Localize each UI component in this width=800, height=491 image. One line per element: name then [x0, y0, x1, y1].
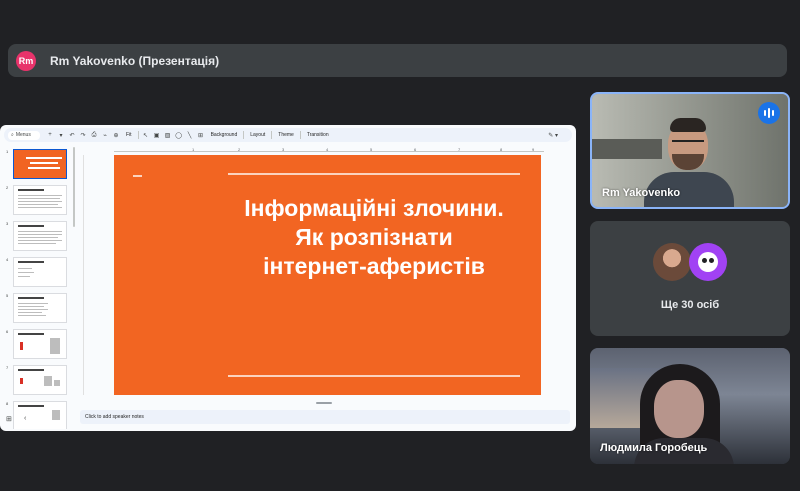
grid-view-icon[interactable]: ⊞	[6, 415, 12, 423]
transition-button[interactable]: Transition	[307, 132, 329, 138]
thumbnail-number: 2	[6, 185, 9, 190]
thumbnail-row[interactable]: 1	[4, 149, 72, 179]
paint-format-icon[interactable]: ⌁	[101, 131, 109, 139]
thumbnail-number: 5	[6, 293, 9, 298]
thumbnail-number: 7	[6, 365, 9, 370]
speaking-indicator-icon	[758, 102, 780, 124]
slide-thumbnail[interactable]	[13, 329, 67, 359]
zoom-select[interactable]: Fit	[126, 132, 132, 138]
collapse-panel-icon[interactable]: ‹	[24, 415, 26, 422]
others-tile[interactable]: Ще 30 осіб	[590, 221, 790, 336]
thumbnail-number: 3	[6, 221, 9, 226]
slide-thumbnail[interactable]	[13, 401, 67, 429]
camera-feed-detail	[592, 139, 662, 159]
presenter-bar: Rm Rm Yakovenko (Презентація)	[8, 44, 787, 77]
ruler-number: 5	[370, 147, 373, 152]
filmstrip-scrollbar[interactable]	[73, 147, 75, 227]
slide-title[interactable]: Інформаційні злочини. Як розпізнати інте…	[214, 194, 534, 281]
thumbnail-row[interactable]: 7	[4, 365, 72, 395]
slide-thumbnail[interactable]	[13, 293, 67, 323]
image-icon[interactable]: ▨	[164, 131, 172, 139]
search-icon: ⌕	[11, 132, 14, 138]
thumbnail-row[interactable]: 4	[4, 257, 72, 287]
ruler-number: 1	[192, 147, 195, 152]
toolbar-divider	[137, 131, 139, 139]
slide-thumbnail[interactable]	[13, 257, 67, 287]
shape-icon[interactable]: ◯	[175, 131, 183, 139]
theme-button[interactable]: Theme	[278, 132, 294, 138]
print-icon[interactable]: ⎙	[90, 131, 98, 139]
add-slide-icon[interactable]: +	[46, 131, 54, 139]
slide-thumbnail[interactable]	[13, 365, 67, 395]
participant-tile[interactable]: Людмила Горобець	[590, 348, 790, 464]
camera-feed-detail	[654, 380, 704, 438]
slide-title-line: Інформаційні злочини.	[244, 195, 504, 221]
slide-thumbnail[interactable]	[13, 185, 67, 215]
speaker-notes[interactable]: Click to add speaker notes	[80, 410, 570, 424]
undo-icon[interactable]: ↶	[68, 131, 76, 139]
textbox-icon[interactable]: ▣	[153, 131, 161, 139]
participant-name: Людмила Горобець	[600, 442, 708, 454]
thumbnail-number: 4	[6, 257, 9, 262]
slide-thumbnail[interactable]	[13, 149, 67, 179]
camera-feed-detail	[670, 118, 706, 132]
slide-decoration	[133, 175, 142, 177]
slide-thumbnail[interactable]	[13, 221, 67, 251]
vertical-ruler	[80, 155, 84, 395]
menu-search[interactable]: ⌕ Menus	[8, 130, 40, 140]
participant-avatar	[689, 243, 727, 281]
slide-title-line: інтернет-аферистів	[263, 253, 485, 279]
participant-name: Rm Yakovenko	[602, 187, 681, 199]
thumbnail-row[interactable]: 3	[4, 221, 72, 251]
ruler-number: 7	[458, 147, 461, 152]
others-count-label: Ще 30 осіб	[660, 299, 720, 311]
notes-drag-handle[interactable]	[316, 402, 332, 404]
line-icon[interactable]: ╲	[186, 131, 194, 139]
slide-filmstrip[interactable]: 1 2 3 4 5 6 7 8	[4, 145, 76, 429]
ruler-number: 8	[500, 147, 503, 152]
thumbnail-row[interactable]: 8	[4, 401, 72, 429]
menu-search-label: Menus	[15, 132, 31, 138]
redo-icon[interactable]: ↷	[79, 131, 87, 139]
ruler-number: 6	[414, 147, 417, 152]
slide-canvas[interactable]: 1 2 3 4 5 6 7 8 9 Інформаційні злочини. …	[80, 145, 572, 411]
thumbnail-row[interactable]: 6	[4, 329, 72, 359]
select-cursor-icon[interactable]: ↖	[142, 131, 150, 139]
presentation-title: Rm Yakovenko (Презентація)	[50, 53, 220, 68]
pen-tool-icon[interactable]: ✎ ▾	[548, 132, 558, 139]
toolbar-divider	[271, 131, 273, 139]
layout-button[interactable]: Layout	[250, 132, 265, 138]
background-button[interactable]: Background	[211, 132, 238, 138]
current-slide[interactable]: Інформаційні злочини. Як розпізнати інте…	[114, 155, 541, 395]
thumbnail-number: 1	[6, 149, 9, 154]
participant-avatar	[653, 243, 691, 281]
thumbnail-number: 8	[6, 401, 9, 406]
participant-tile-presenter[interactable]: Rm Yakovenko	[590, 92, 790, 209]
horizontal-ruler: 1 2 3 4 5 6 7 8 9	[114, 147, 544, 152]
slide-top-rule	[228, 173, 520, 175]
zoom-icon[interactable]: ⊕	[112, 131, 120, 139]
slide-title-line: Як розпізнати	[295, 224, 453, 250]
thumbnail-row[interactable]: 5	[4, 293, 72, 323]
toolbar-divider	[299, 131, 301, 139]
speaker-notes-placeholder: Click to add speaker notes	[85, 414, 144, 420]
ruler-number: 9	[532, 147, 535, 152]
slide-bottom-rule	[228, 375, 520, 377]
toolbar-divider	[243, 131, 245, 139]
thumbnail-number: 6	[6, 329, 9, 334]
chevron-down-icon[interactable]: ▾	[57, 131, 65, 139]
ruler-number: 3	[282, 147, 285, 152]
camera-feed-detail	[672, 140, 704, 145]
presenter-avatar: Rm	[16, 50, 36, 71]
panda-icon	[698, 252, 718, 272]
shared-screen: ⌕ Menus + ▾ ↶ ↷ ⎙ ⌁ ⊕ Fit ↖ ▣ ▨ ◯ ╲ ⊞ Ba…	[0, 125, 576, 431]
thumbnail-row[interactable]: 2	[4, 185, 72, 215]
comment-icon[interactable]: ⊞	[197, 131, 205, 139]
ruler-number: 2	[238, 147, 241, 152]
ruler-number: 4	[326, 147, 329, 152]
slides-toolbar: ⌕ Menus + ▾ ↶ ↷ ⎙ ⌁ ⊕ Fit ↖ ▣ ▨ ◯ ╲ ⊞ Ba…	[4, 128, 572, 142]
